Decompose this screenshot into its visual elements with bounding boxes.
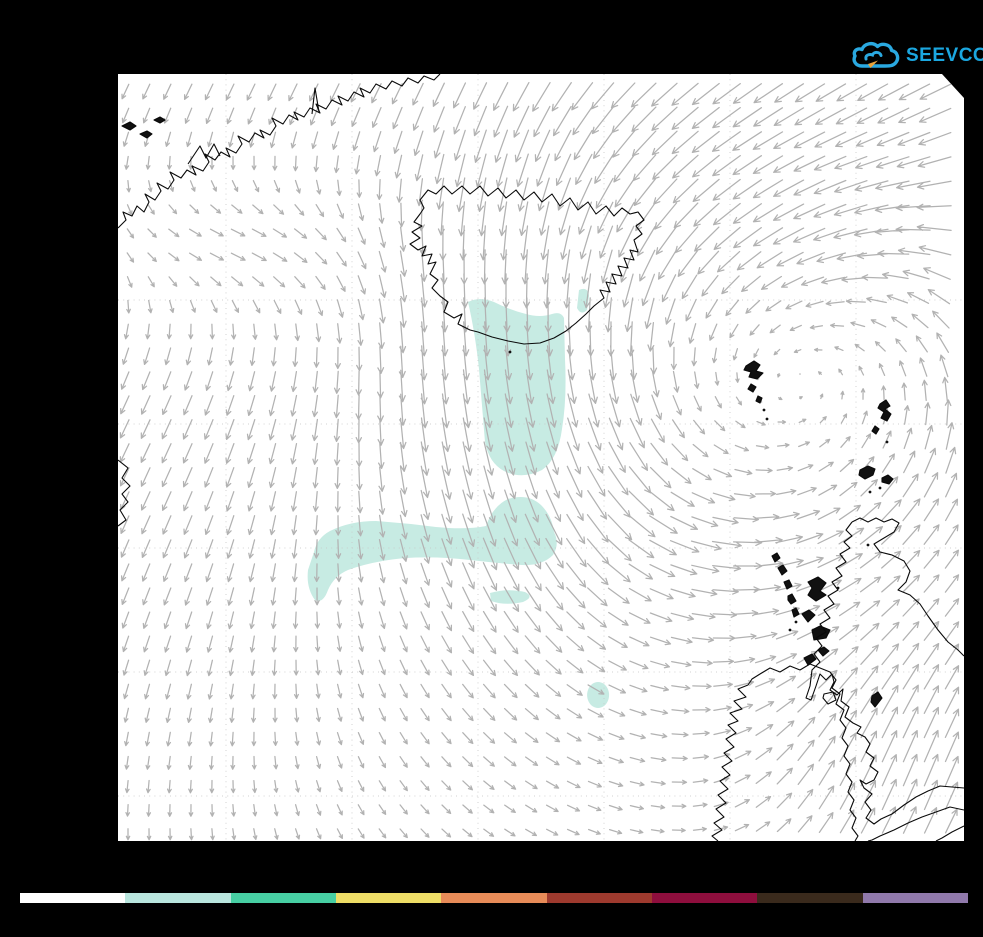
colorbar-segment-5 <box>441 893 546 903</box>
colorbar-segment-9 <box>863 893 968 903</box>
islet-dot <box>789 629 792 632</box>
islet-dot <box>766 418 769 421</box>
islet-dot <box>886 441 889 444</box>
islet-dot <box>879 487 882 490</box>
colorbar-segment-7 <box>652 893 757 903</box>
brand-logo-text: SEEVCCC <box>906 46 983 65</box>
colorbar-segment-2 <box>125 893 230 903</box>
weather-map-page: SEEVCCC <box>0 0 983 937</box>
wind-vector-map <box>118 74 964 841</box>
islet-dot <box>795 621 798 624</box>
cloud-logo-icon <box>851 38 901 72</box>
colorbar-segment-4 <box>336 893 441 903</box>
cloud-inner-swirl <box>866 52 881 59</box>
islet-dot <box>869 491 872 494</box>
map-canvas <box>118 74 964 841</box>
colorbar-segment-8 <box>757 893 862 903</box>
islet-dot <box>867 544 870 547</box>
islet-dot <box>509 351 512 354</box>
colorbar-segment-6 <box>547 893 652 903</box>
colorbar-segment-3 <box>231 893 336 903</box>
colorbar-segment-1 <box>20 893 125 903</box>
cloud-outline <box>854 44 897 66</box>
wind-speed-colorbar <box>20 893 968 903</box>
islet-dot <box>837 587 840 590</box>
islet-dot <box>763 409 766 412</box>
brand-logo: SEEVCCC <box>851 37 983 73</box>
calm-dot <box>799 373 801 375</box>
